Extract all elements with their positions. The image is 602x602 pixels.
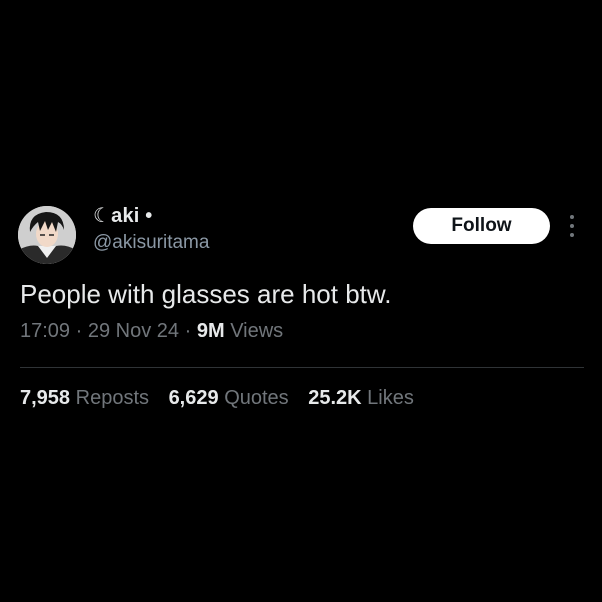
meta-separator: · — [184, 320, 192, 342]
tweet-text: People with glasses are hot btw. — [20, 279, 392, 309]
tweet-card: ☾aki • @akisuritama Follow People with g… — [0, 0, 602, 602]
views-label: Views — [230, 320, 284, 342]
reposts-stat[interactable]: 7,958 Reposts — [20, 387, 149, 410]
tweet-time[interactable]: 17:09 — [20, 320, 70, 342]
more-vertical-icon[interactable] — [564, 212, 580, 240]
user-handle[interactable]: @akisuritama — [93, 232, 209, 254]
reposts-count: 7,958 — [20, 387, 71, 409]
likes-label: Likes — [367, 387, 414, 409]
divider — [20, 367, 584, 368]
engagement-stats: 7,958 Reposts 6,629 Quotes 25.2K Likes — [20, 387, 428, 410]
follow-button[interactable]: Follow — [413, 208, 550, 244]
likes-stat[interactable]: 25.2K Likes — [308, 387, 414, 410]
views-count: 9M — [196, 320, 225, 342]
reposts-label: Reposts — [75, 387, 149, 409]
display-name[interactable]: ☾aki • — [93, 203, 153, 228]
quotes-count: 6,629 — [168, 387, 219, 409]
meta-separator: · — [75, 320, 83, 342]
more-dot — [570, 224, 574, 228]
tweet-meta: 17:09 · 29 Nov 24 · 9M Views — [20, 320, 283, 343]
more-dot — [570, 233, 574, 237]
tweet-date[interactable]: 29 Nov 24 — [88, 320, 179, 342]
avatar[interactable] — [18, 206, 76, 264]
avatar-image — [18, 206, 76, 264]
quotes-stat[interactable]: 6,629 Quotes — [169, 387, 289, 410]
likes-count: 25.2K — [308, 387, 362, 409]
more-dot — [570, 215, 574, 219]
quotes-label: Quotes — [224, 387, 289, 409]
